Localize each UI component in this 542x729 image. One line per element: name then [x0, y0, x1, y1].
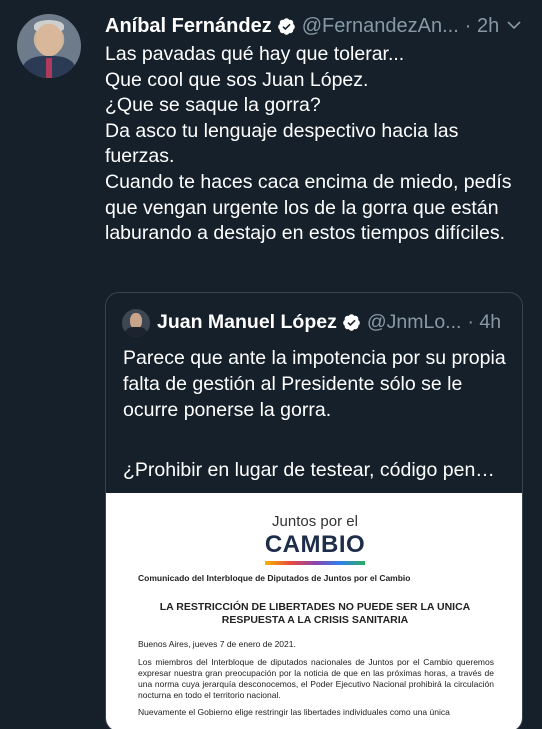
quoted-author-name[interactable]: Juan Manuel López — [157, 311, 337, 334]
quoted-time[interactable]: · 4h — [467, 311, 501, 334]
quoted-text: Parece que ante la impotencia por su pro… — [123, 347, 506, 421]
author-avatar[interactable] — [17, 14, 81, 78]
quoted-tweet[interactable]: Juan Manuel López @JnmLo... · 4h Parece … — [105, 292, 523, 729]
author-name[interactable]: Aníbal Fernández — [105, 15, 272, 38]
quoted-author-handle[interactable]: @JnmLo... — [367, 311, 462, 334]
document-date: Buenos Aires, jueves 7 de enero de 2021. — [138, 639, 296, 649]
verified-badge-icon — [343, 313, 360, 331]
party-logo: Juntos por el CAMBIO — [106, 513, 522, 565]
tweet-header: Aníbal Fernández @FernandezAn... · 2h — [105, 12, 525, 40]
logo-main-text: CAMBIO — [264, 531, 366, 558]
verified-badge-icon — [277, 17, 295, 35]
tweet-time[interactable]: · 2h — [465, 15, 499, 38]
tweet[interactable]: Aníbal Fernández @FernandezAn... · 2h La… — [0, 0, 542, 729]
document-title-line-2: RESPUESTA A LA CRISIS SANITARIA — [221, 614, 409, 626]
author-handle[interactable]: @FernandezAn... — [302, 15, 459, 38]
quoted-header: Juan Manuel López @JnmLo... · 4h — [157, 307, 517, 337]
quoted-text-truncated: ¿Prohibir en lugar de testear, código pe… — [123, 459, 495, 481]
logo-color-bar — [265, 561, 365, 565]
document-title: LA RESTRICCIÓN DE LIBERTADES NO PUEDE SE… — [106, 601, 522, 627]
logo-top-text: Juntos por el — [272, 513, 358, 530]
quoted-author-avatar[interactable] — [122, 309, 150, 337]
tweet-text: Las pavadas qué hay que tolerar... Que c… — [105, 43, 512, 245]
document-title-line-1: LA RESTRICCIÓN DE LIBERTADES NO PUEDE SE… — [159, 601, 471, 613]
document-paragraph: Los miembros del Interbloque de diputado… — [138, 657, 494, 700]
attached-image[interactable]: Juntos por el CAMBIO Comunicado del Inte… — [106, 493, 522, 729]
document-subtitle: Comunicado del Interbloque de Diputados … — [138, 573, 411, 583]
chevron-down-icon[interactable] — [505, 16, 523, 34]
document-paragraph: Nuevamente el Gobierno elige restringir … — [138, 707, 450, 717]
